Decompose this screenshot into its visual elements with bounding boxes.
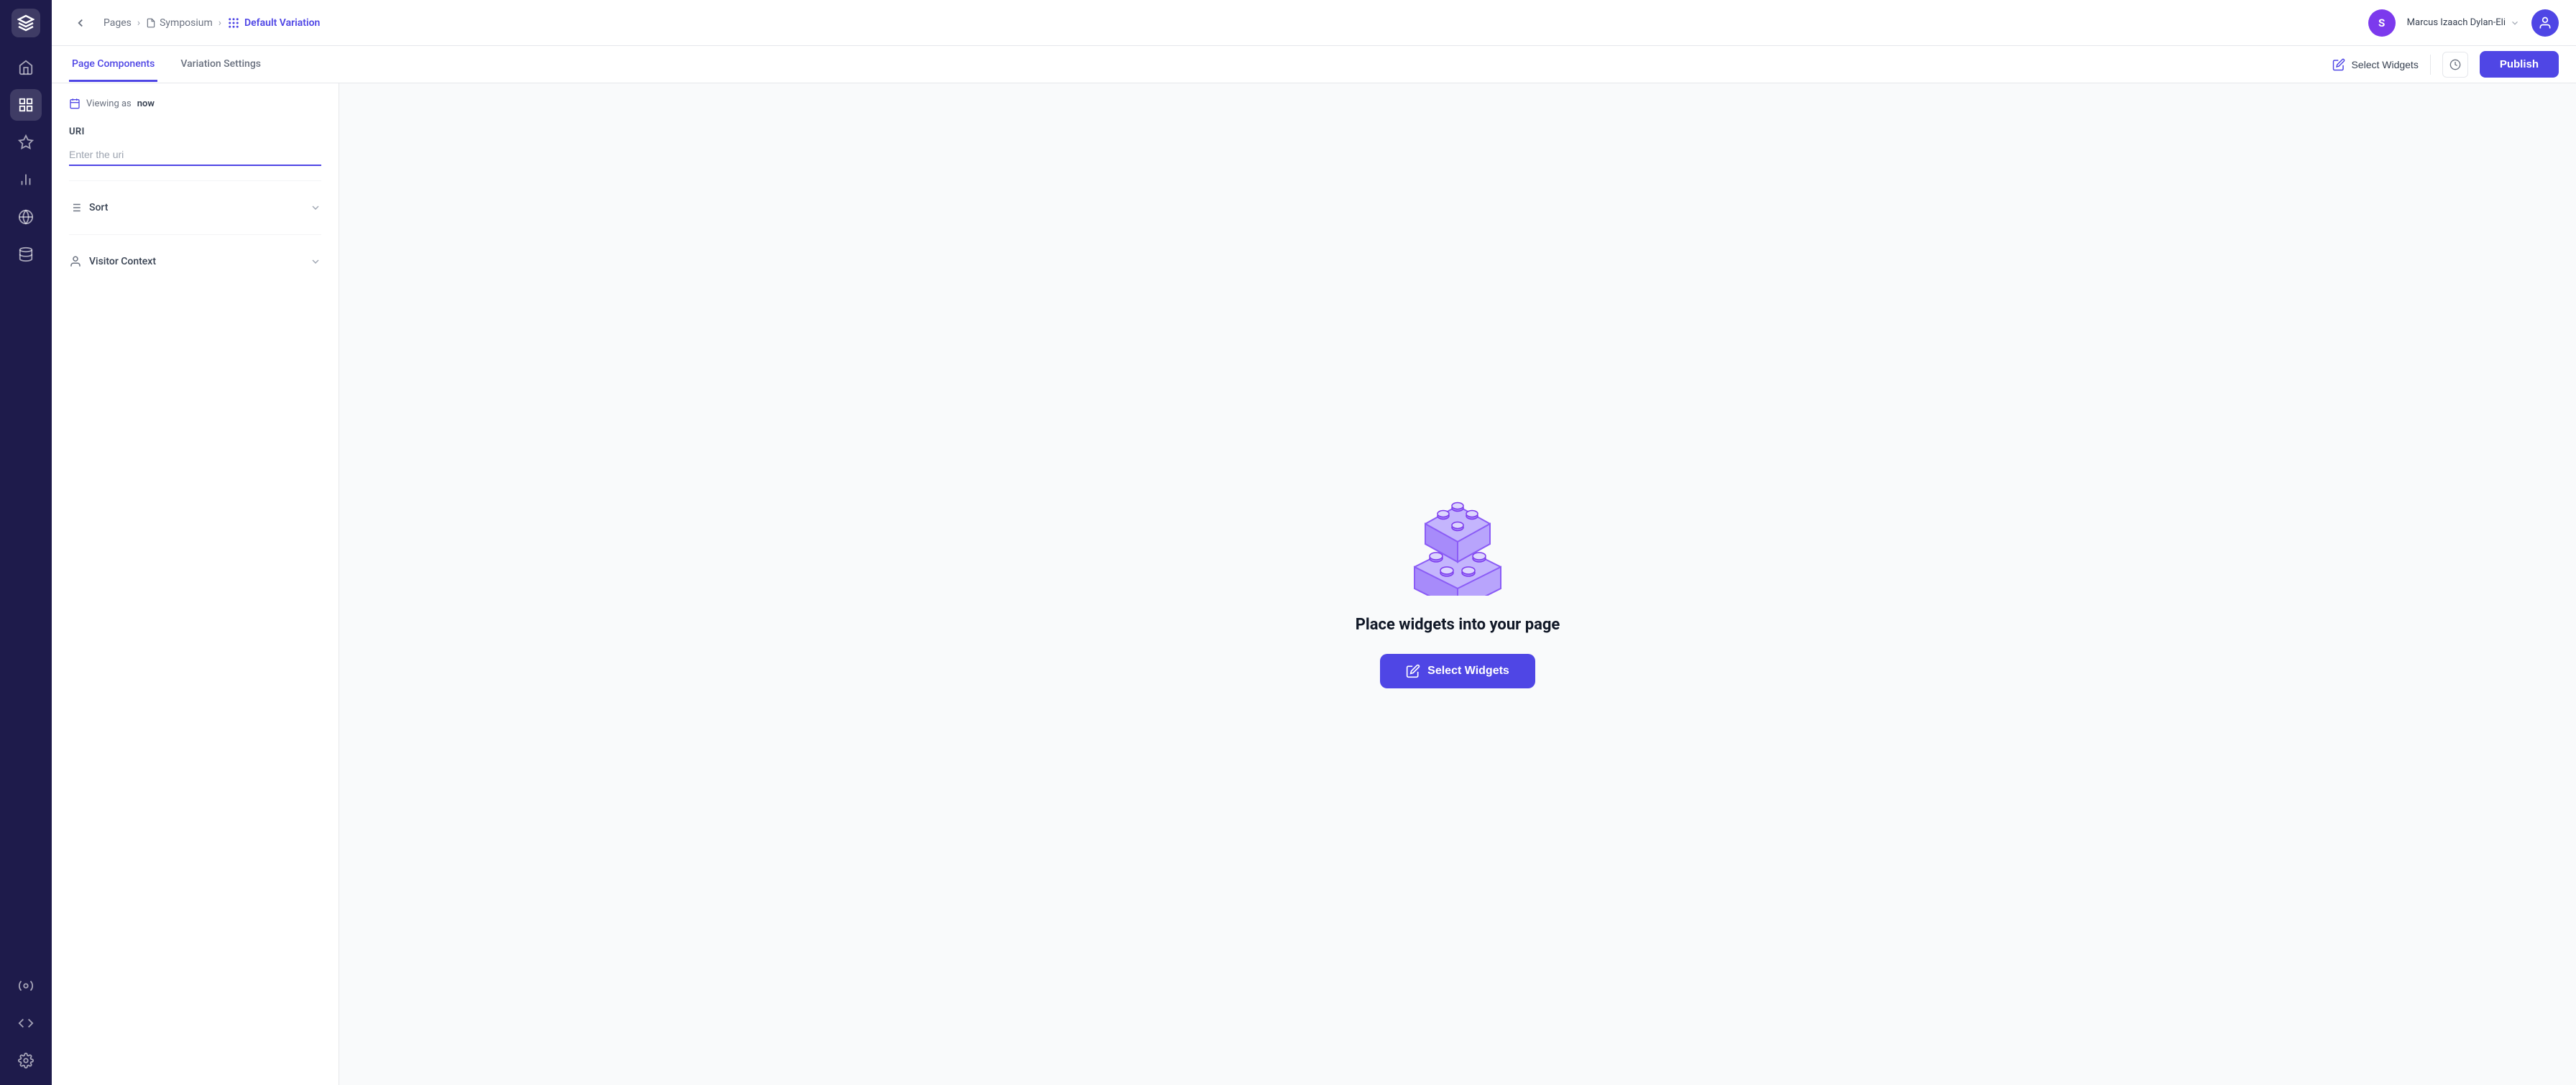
history-button[interactable] [2442,52,2468,78]
sidebar [0,0,52,1085]
back-button[interactable] [69,11,92,34]
select-widgets-button[interactable]: Select Widgets [1380,654,1535,688]
left-panel: Viewing as now URI Sort [52,83,339,1085]
content-area: Viewing as now URI Sort [52,83,2576,1085]
user-info[interactable]: Marcus Izaach Dylan-Eli [2407,17,2520,28]
tab-variation-settings[interactable]: Variation Settings [178,48,264,82]
visitor-context-label: Visitor Context [89,256,156,267]
uri-label: URI [69,126,321,137]
breadcrumb-current: Default Variation [227,17,320,29]
sidebar-item-analytics[interactable] [10,164,42,195]
avatar-s[interactable]: S [2368,9,2396,37]
breadcrumb: Pages › Symposium › Default Variation [104,17,320,29]
sidebar-item-home[interactable] [10,52,42,83]
sort-label: Sort [89,202,108,213]
viewing-as: Viewing as now [69,98,321,109]
tabbar-right: Select Widgets Publish [2332,51,2559,78]
tab-page-components[interactable]: Page Components [69,48,157,82]
canvas: Place widgets into your page Select Widg… [339,83,2576,1085]
sidebar-item-plugins[interactable] [10,126,42,158]
sort-row-left: Sort [69,201,108,214]
sidebar-item-integrations[interactable] [10,970,42,1002]
sort-section[interactable]: Sort [69,195,321,220]
breadcrumb-symposium[interactable]: Symposium [146,17,213,29]
lego-illustration [1400,481,1515,596]
sidebar-logo[interactable] [12,9,40,37]
avatar-user[interactable] [2531,9,2559,37]
divider-1 [69,180,321,181]
main-area: Pages › Symposium › Default Variation S [52,0,2576,1085]
tabbar: Page Components Variation Settings Selec… [52,46,2576,83]
topbar: Pages › Symposium › Default Variation S [52,0,2576,46]
sidebar-item-code[interactable] [10,1007,42,1039]
sidebar-item-settings[interactable] [10,1045,42,1076]
select-widgets-btn-label: Select Widgets [1427,665,1509,678]
sidebar-item-database[interactable] [10,239,42,270]
select-widgets-icon [1406,664,1420,678]
breadcrumb-sep-2: › [218,17,221,29]
viewing-as-prefix: Viewing as [86,98,132,109]
uri-section: URI [69,126,321,166]
visitor-context-chevron [310,256,321,267]
topbar-right: S Marcus Izaach Dylan-Eli [2368,9,2559,37]
viewing-as-value: now [137,98,155,109]
visitor-row-left: Visitor Context [69,255,156,268]
select-widgets-link-label: Select Widgets [2351,59,2418,70]
visitor-context-section[interactable]: Visitor Context [69,249,321,274]
user-name: Marcus Izaach Dylan-Eli [2407,17,2506,28]
breadcrumb-sep-1: › [137,17,140,29]
publish-button[interactable]: Publish [2480,51,2559,78]
sidebar-item-globe[interactable] [10,201,42,233]
uri-input[interactable] [69,144,321,166]
sort-chevron [310,202,321,213]
divider-vertical [2430,55,2431,75]
sidebar-item-pages[interactable] [10,89,42,121]
canvas-empty-title: Place widgets into your page [1356,616,1560,634]
divider-2 [69,234,321,235]
select-widgets-link[interactable]: Select Widgets [2332,58,2418,71]
breadcrumb-pages[interactable]: Pages [104,17,132,29]
